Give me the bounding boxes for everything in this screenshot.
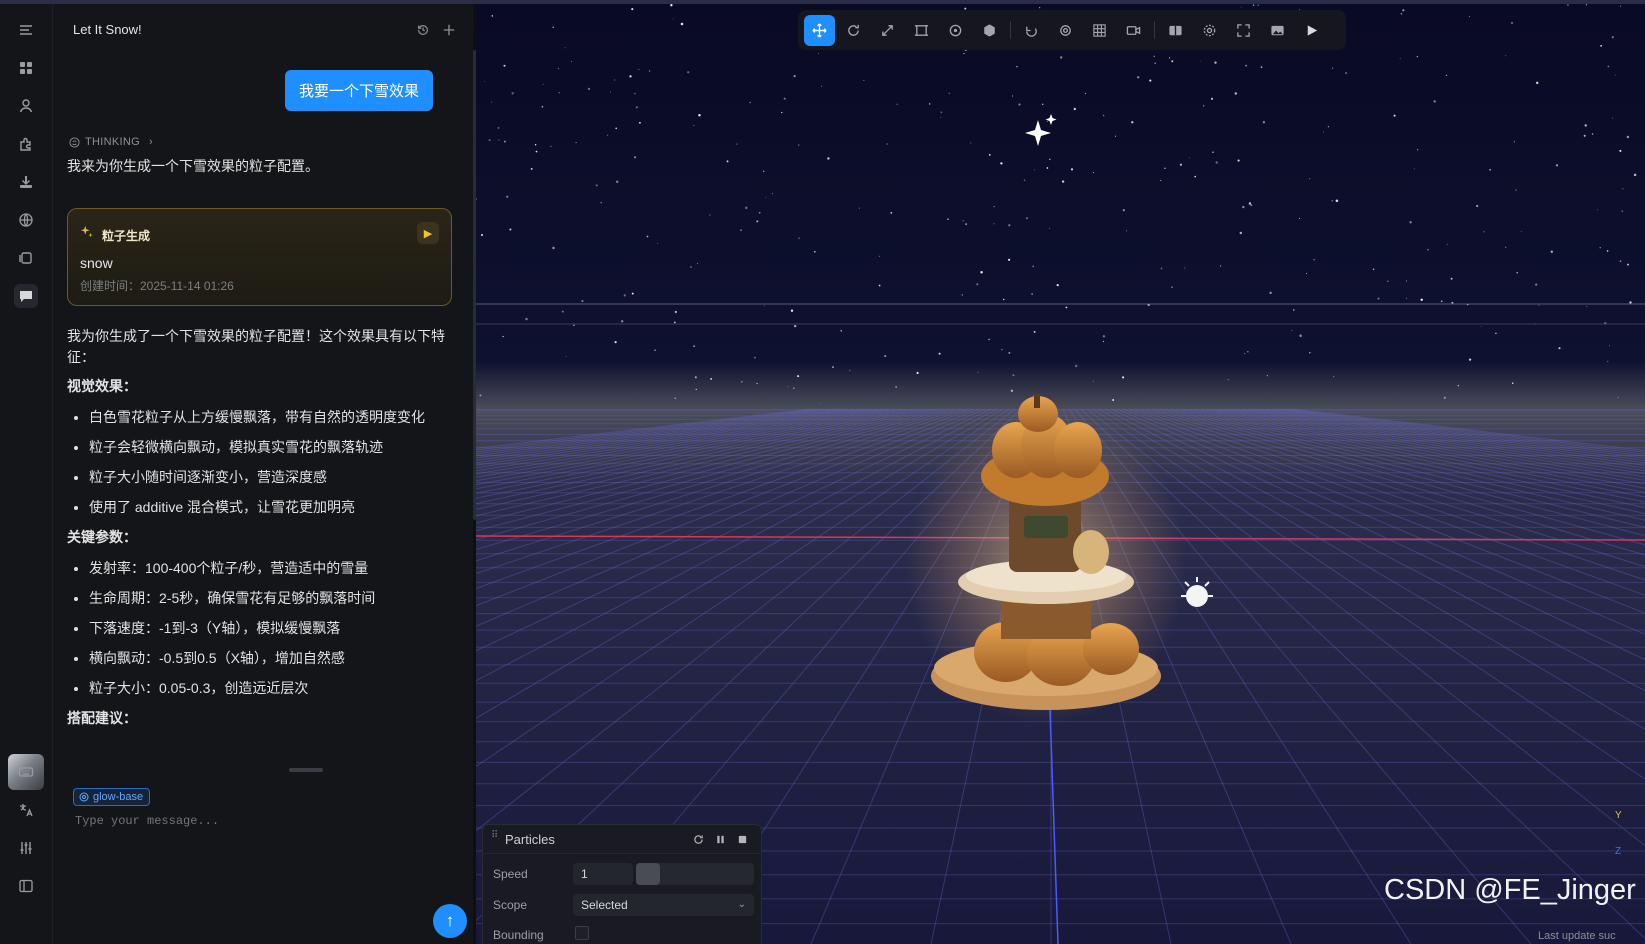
puzzle-icon[interactable] [14, 132, 38, 156]
list-item: 横向飘动：-0.5到0.5（X轴），增加自然感 [89, 648, 447, 669]
move-icon[interactable] [804, 14, 835, 46]
toolbar-divider [1154, 21, 1155, 39]
particle-card[interactable]: 粒子生成 ▶ snow 创建时间：2025-11-14 01:26 [67, 208, 452, 306]
menu-icon[interactable] [14, 18, 38, 42]
response-lead: 我为你生成了一个下雪效果的粒子配置！这个效果具有以下特征： [67, 328, 445, 365]
visual-list: 白色雪花粒子从上方缓慢飘落，带有自然的透明度变化 粒子会轻微横向飘动，模拟真实雪… [67, 407, 447, 518]
particles-title: Particles [505, 832, 555, 847]
scale-icon[interactable] [872, 15, 903, 46]
play-button[interactable]: ▶ [417, 222, 439, 244]
slider-thumb[interactable] [636, 863, 660, 885]
user-icon[interactable] [14, 94, 38, 118]
arrow-up-icon: ↑ [445, 911, 455, 930]
chevron-down-icon: ⌄ [737, 899, 746, 910]
sidebar-icon[interactable] [14, 874, 38, 898]
rotate-icon[interactable] [838, 15, 869, 46]
image-icon[interactable] [1262, 15, 1293, 46]
params-heading: 关键参数： [67, 529, 137, 545]
axis-z-label: Z [1615, 846, 1622, 857]
scope-select[interactable]: Selected ⌄ [573, 894, 754, 916]
card-name: snow [80, 255, 113, 271]
split-icon[interactable] [1160, 15, 1191, 46]
history-icon[interactable] [413, 20, 433, 40]
card-label: 粒子生成 [102, 229, 151, 243]
list-item: 使用了 additive 混合模式，让雪花更加明亮 [89, 497, 447, 518]
visual-heading: 视觉效果： [67, 378, 137, 394]
chevron-right-icon: › [148, 136, 153, 148]
sliders-icon[interactable] [14, 836, 38, 860]
scene-canvas [476, 4, 1645, 944]
rect-icon[interactable] [906, 15, 937, 46]
params-list: 发射率：100-400个粒子/秒，营造适中的雪量 生命周期：2-5秒，确保雪花有… [67, 558, 447, 699]
chat-header: Let It Snow! [53, 4, 473, 56]
pause-icon[interactable] [713, 832, 727, 846]
status-footnote: Last update suc [1538, 930, 1616, 942]
chat-icon[interactable] [14, 284, 38, 308]
thinking-toggle[interactable]: THINKING › [69, 136, 153, 148]
settings-icon[interactable] [1194, 15, 1225, 46]
axis-y-label: Y [1615, 810, 1622, 821]
icon-rail [0, 4, 53, 944]
card-timestamp: 创建时间：2025-11-14 01:26 [80, 279, 234, 293]
particles-panel: ⠿ Particles Speed 1 Scope Selected ⌄ Bou… [482, 824, 762, 944]
watermark: CSDN @FE_Jinger [1384, 874, 1636, 906]
sparkle-icon [80, 225, 96, 241]
send-button[interactable]: ↑ [433, 904, 467, 938]
speed-input[interactable]: 1 [573, 863, 633, 885]
particles-header[interactable]: ⠿ Particles [483, 825, 761, 854]
camera-icon[interactable] [1118, 15, 1149, 46]
stop-icon[interactable] [735, 832, 749, 846]
circle-icon[interactable] [940, 15, 971, 46]
list-item: 发射率：100-400个粒子/秒，营造适中的雪量 [89, 558, 447, 579]
brain-icon [69, 136, 80, 148]
grid-icon[interactable] [1084, 15, 1115, 46]
undo-icon[interactable] [1016, 15, 1047, 46]
list-item: 下落速度：-1到-3（Y轴），模拟缓慢飘落 [89, 618, 447, 639]
chat-title: Let It Snow! [73, 22, 142, 37]
list-item: 生命周期：2-5秒，确保雪花有足够的飘落时间 [89, 588, 447, 609]
globe-icon[interactable] [14, 208, 38, 232]
speed-slider[interactable] [636, 863, 754, 885]
message-input[interactable]: Type your message... [75, 814, 219, 828]
reset-icon[interactable] [691, 832, 705, 846]
drag-handle-icon[interactable]: ⠿ [491, 831, 498, 845]
keyboard-icon[interactable] [14, 760, 38, 784]
play-icon: ▶ [423, 227, 433, 240]
list-item: 粒子大小：0.05-0.3，创造远近层次 [89, 678, 447, 699]
context-tag[interactable]: glow-base [73, 788, 151, 806]
sphere-icon[interactable] [974, 15, 1005, 46]
scope-label: Scope [493, 898, 528, 912]
target-icon[interactable] [1050, 15, 1081, 46]
bounding-checkbox[interactable] [575, 926, 589, 940]
toolbar-divider [1010, 21, 1011, 39]
scene-viewport[interactable]: ⠿ Particles Speed 1 Scope Selected ⌄ Bou… [476, 4, 1645, 944]
speed-label: Speed [493, 867, 528, 881]
play-icon[interactable] [1296, 15, 1327, 46]
assistant-intro: 我来为你生成一个下雪效果的粒子配置。 [67, 158, 319, 174]
dashboard-icon[interactable] [14, 56, 38, 80]
fullscreen-icon[interactable] [1228, 15, 1259, 46]
tips-heading: 搭配建议： [67, 710, 137, 726]
user-message: 我要一个下雪效果 [284, 70, 433, 111]
sparkle-icon [1025, 114, 1057, 146]
bounding-label: Bounding [493, 928, 544, 942]
thinking-label: THINKING [85, 136, 140, 148]
starfield [476, 4, 1637, 404]
chat-panel: Let It Snow! 我要一个下雪效果 THINKING › 我来为你生成一… [53, 4, 473, 944]
message-composer[interactable]: glow-base Type your message... ↑ [67, 782, 467, 942]
resize-handle[interactable] [289, 768, 323, 772]
new-chat-icon[interactable] [439, 20, 459, 40]
tag-label: glow-base [93, 791, 144, 803]
scope-value: Selected [581, 898, 628, 912]
list-item: 粒子会轻微横向飘动，模拟真实雪花的飘落轨迹 [89, 437, 447, 458]
download-icon[interactable] [14, 170, 38, 194]
assistant-response: 我为你生成了一个下雪效果的粒子配置！这个效果具有以下特征： 视觉效果： 白色雪花… [67, 326, 447, 739]
tag-icon [79, 792, 89, 802]
list-item: 白色雪花粒子从上方缓慢飘落，带有自然的透明度变化 [89, 407, 447, 428]
viewport-toolbar [798, 10, 1346, 50]
translate-icon[interactable] [14, 798, 38, 822]
layers-icon[interactable] [14, 246, 38, 270]
list-item: 粒子大小随时间逐渐变小，营造深度感 [89, 467, 447, 488]
